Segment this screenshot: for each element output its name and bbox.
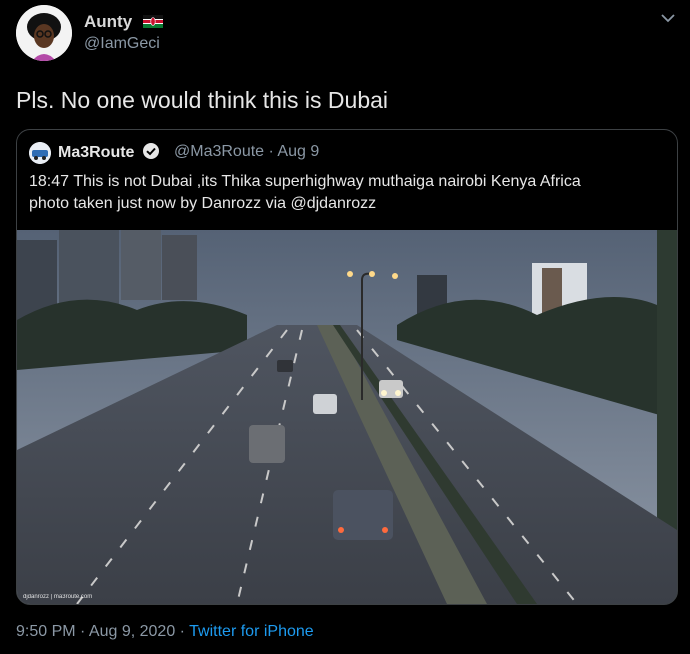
chevron-down-icon[interactable] [660, 10, 676, 26]
quoted-photo[interactable]: djdanrozz | ma3route.com [17, 230, 677, 604]
verified-badge-icon [142, 143, 159, 159]
quoted-text: 18:47 This is not Dubai ,its Thika super… [29, 171, 659, 215]
kenya-flag-icon [142, 15, 163, 28]
quoted-text-line-1: 18:47 This is not Dubai ,its Thika super… [29, 173, 581, 190]
quoted-author-name: Ma3Route [58, 144, 135, 161]
tweet-text: Pls. No one would think this is Dubai [16, 87, 389, 113]
quoted-text-line-2: photo taken just now by Danrozz via @djd… [29, 195, 377, 212]
quoted-tweet[interactable]: Ma3Route @Ma3Route · Aug 9 18:47 This is… [16, 129, 678, 605]
author-name[interactable]: Aunty [84, 12, 163, 32]
tweet-source-link[interactable]: Twitter for iPhone [189, 623, 314, 640]
tweet-meta: 9:50 PM · Aug 9, 2020 · Twitter for iPho… [16, 623, 314, 641]
author-handle[interactable]: @IamGeci [84, 35, 160, 53]
quoted-handle-date: @Ma3Route · Aug 9 [174, 143, 320, 160]
quoted-avatar [29, 142, 51, 164]
author-avatar[interactable] [16, 5, 72, 61]
quoted-author: Ma3Route [58, 142, 160, 162]
author-name-text: Aunty [84, 12, 133, 31]
tweet-timestamp[interactable]: 9:50 PM · Aug 9, 2020 · [16, 623, 189, 640]
photo-watermark: djdanrozz | ma3route.com [23, 594, 93, 600]
